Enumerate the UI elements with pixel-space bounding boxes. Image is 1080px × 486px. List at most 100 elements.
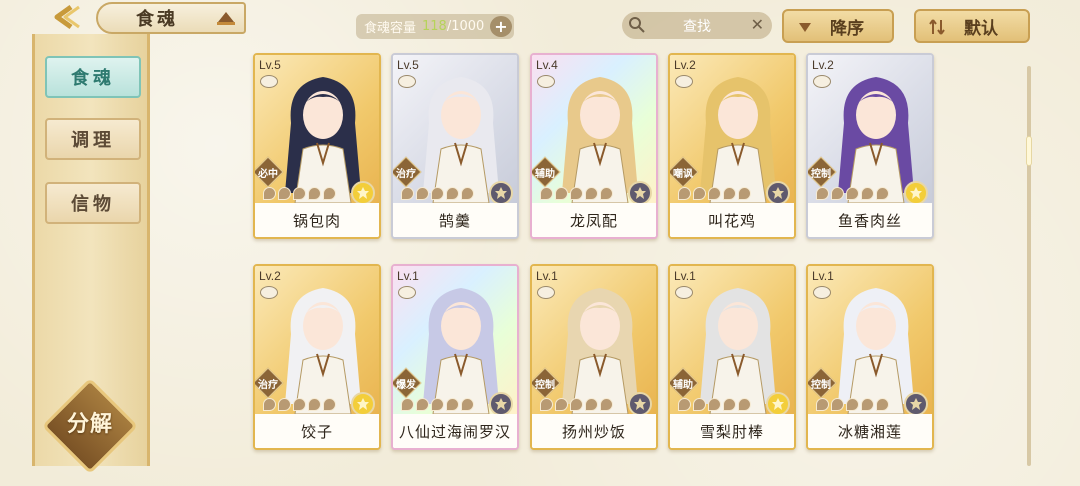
food-soul-card[interactable]: Lv.1 控制 冰糖湘莲 — [806, 264, 934, 450]
search-placeholder: 查找 — [683, 18, 711, 35]
card-name: 雪梨肘棒 — [670, 414, 794, 448]
star-icon — [278, 187, 291, 200]
star-icon — [708, 187, 721, 200]
star-icon — [555, 187, 568, 200]
chat-bubble-icon — [813, 286, 831, 299]
sidebar-tab-label: 调理 — [71, 130, 115, 151]
role-label: 辅助 — [673, 380, 693, 391]
food-soul-card[interactable]: Lv.2 治疗 饺子 — [253, 264, 381, 450]
food-soul-card[interactable]: Lv.1 控制 扬州炒饭 — [530, 264, 658, 450]
sidebar-tab-label: 食魂 — [71, 68, 115, 89]
star-rating — [816, 398, 889, 411]
star-icon — [738, 398, 751, 411]
role-label: 嘲讽 — [673, 169, 693, 180]
chat-bubble-icon — [537, 75, 555, 88]
capacity-label: 食魂容量 — [364, 21, 417, 36]
scrollbar-track[interactable] — [1027, 66, 1031, 466]
star-icon — [293, 187, 306, 200]
chat-bubble-icon — [260, 75, 278, 88]
star-icon — [401, 398, 414, 411]
default-sort-icon — [929, 19, 945, 35]
food-soul-card[interactable]: Lv.2 嘲讽 叫花鸡 — [668, 53, 796, 239]
star-icon — [831, 398, 844, 411]
star-icon — [876, 187, 889, 200]
card-name: 叫花鸡 — [670, 203, 794, 237]
sort-order-button[interactable]: 降序 — [782, 9, 894, 43]
star-icon — [461, 187, 474, 200]
element-icon — [351, 392, 375, 416]
star-icon — [846, 398, 859, 411]
sort-triangle-icon — [799, 23, 811, 32]
star-icon — [308, 398, 321, 411]
star-icon — [876, 398, 889, 411]
element-icon — [904, 392, 928, 416]
role-label: 爆发 — [396, 380, 416, 391]
star-rating — [401, 187, 474, 200]
star-icon — [585, 187, 598, 200]
food-soul-card[interactable]: Lv.5 必中 锅包肉 — [253, 53, 381, 239]
close-icon[interactable]: ✕ — [751, 15, 764, 34]
food-soul-card[interactable]: Lv.1 辅助 雪梨肘棒 — [668, 264, 796, 450]
food-soul-card[interactable]: Lv.1 爆发 八仙过海闹罗汉 — [391, 264, 519, 450]
star-icon — [293, 398, 306, 411]
plus-icon: + — [494, 17, 508, 36]
star-icon — [570, 187, 583, 200]
sidebar-tab-tokens[interactable]: 信物 — [45, 182, 141, 224]
star-icon — [540, 398, 553, 411]
element-icon — [904, 181, 928, 205]
star-icon — [278, 398, 291, 411]
chat-bubble-icon — [398, 286, 416, 299]
star-icon — [600, 187, 613, 200]
card-level: Lv.4 — [536, 58, 558, 72]
star-icon — [600, 398, 613, 411]
chat-bubble-icon — [675, 75, 693, 88]
back-button[interactable] — [38, 2, 92, 32]
card-name: 八仙过海闹罗汉 — [393, 414, 517, 448]
star-icon — [816, 398, 829, 411]
role-label: 控制 — [811, 169, 831, 180]
card-level: Lv.1 — [812, 269, 834, 283]
food-soul-card[interactable]: Lv.2 控制 鱼香肉丝 — [806, 53, 934, 239]
star-rating — [263, 187, 336, 200]
star-icon — [723, 187, 736, 200]
food-soul-card[interactable]: Lv.4 辅助 龙凤配 — [530, 53, 658, 239]
page-title-text: 食魂 — [136, 9, 178, 30]
back-arrow-icon — [54, 4, 80, 30]
star-rating — [540, 187, 613, 200]
element-icon — [628, 181, 652, 205]
role-label: 控制 — [535, 380, 555, 391]
sidebar-tab-food-souls[interactable]: 食魂 — [45, 56, 141, 98]
star-icon — [816, 187, 829, 200]
star-icon — [708, 398, 721, 411]
star-icon — [678, 187, 691, 200]
card-level: Lv.2 — [812, 58, 834, 72]
decompose-label: 分解 — [66, 412, 113, 437]
star-icon — [555, 398, 568, 411]
capacity-display: 食魂容量 118 /1000 + — [356, 14, 514, 39]
role-label: 必中 — [258, 169, 278, 180]
chat-bubble-icon — [537, 286, 555, 299]
scrollbar-thumb[interactable] — [1026, 136, 1032, 166]
star-icon — [431, 187, 444, 200]
card-name: 鱼香肉丝 — [808, 203, 932, 237]
star-icon — [723, 398, 736, 411]
star-rating — [401, 398, 474, 411]
card-level: Lv.2 — [259, 269, 281, 283]
food-soul-card[interactable]: Lv.5 治疗 鹄羹 — [391, 53, 519, 239]
default-sort-button[interactable]: 默认 — [914, 9, 1030, 43]
card-name: 饺子 — [255, 414, 379, 448]
sidebar-tab-conditioning[interactable]: 调理 — [45, 118, 141, 160]
card-name: 扬州炒饭 — [532, 414, 656, 448]
star-icon — [738, 187, 751, 200]
star-icon — [461, 398, 474, 411]
card-name: 鹄羹 — [393, 203, 517, 237]
star-icon — [861, 398, 874, 411]
search-input[interactable]: 查找 ✕ — [622, 12, 772, 39]
expand-capacity-button[interactable]: + — [490, 16, 512, 37]
star-rating — [540, 398, 613, 411]
star-icon — [308, 187, 321, 200]
element-icon — [489, 392, 513, 416]
card-level: Lv.5 — [259, 58, 281, 72]
card-level: Lv.1 — [674, 269, 696, 283]
element-icon — [351, 181, 375, 205]
